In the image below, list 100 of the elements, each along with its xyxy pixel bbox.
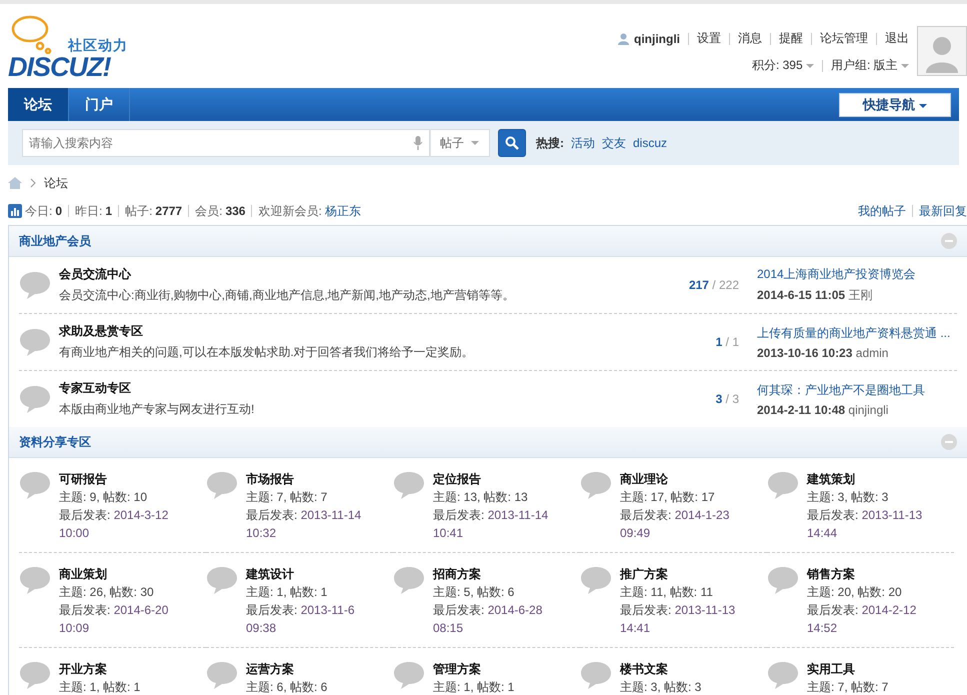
home-icon[interactable] [8,177,22,189]
forum-name[interactable]: 招商方案 [433,565,542,583]
last-post-date[interactable]: 2014-1-23 [674,508,730,522]
search-button[interactable] [498,129,526,157]
user-icon [618,32,629,44]
user-menu-link[interactable]: 提醒 [779,30,803,47]
last-post-time[interactable]: 14:52 [807,619,916,637]
stats-link[interactable]: 我的帖子 [858,202,906,220]
nav-tab[interactable]: 论坛 [8,88,69,121]
forum-name[interactable]: 开业方案 [59,660,140,678]
search-type-dropdown[interactable]: 帖子 [430,129,490,157]
forum-name[interactable]: 实用工具 [807,660,888,678]
search-field[interactable]: 请输入搜索内容 [22,129,430,157]
last-post-date[interactable]: 2013-11-13 [862,508,922,522]
last-post-time[interactable]: 10:00 [59,524,168,542]
last-post-date[interactable]: 2014-3-12 [114,508,168,522]
forum-name[interactable]: 专家互动专区 [59,380,639,397]
forum-name[interactable]: 会员交流中心 [59,266,639,283]
forum-name[interactable]: 定位报告 [433,470,548,488]
speech-bubble-icon [580,565,612,595]
speech-bubble-icon [19,660,51,690]
last-post-time[interactable]: 10:41 [433,524,548,542]
forum-counts: 主题: 3, 帖数: 3 [620,679,702,695]
forum-counts: 主题: 26, 帖数: 30 [59,584,155,601]
speech-bubble-icon [206,660,238,690]
last-post-date[interactable]: 2013-11-14 [488,508,548,522]
stats-link[interactable]: 最新回复 [919,202,967,220]
last-post-date[interactable]: 2013-11-13 [674,603,736,617]
last-post-author[interactable]: admin [856,346,888,360]
stat-label: 会员: [195,202,222,220]
forum-name[interactable]: 运营方案 [246,660,328,678]
hot-search-link[interactable]: discuz [633,136,668,150]
hot-search-link[interactable]: 活动 [571,134,595,152]
category-title[interactable]: 商业地产会员 [19,232,91,250]
forum-name[interactable]: 建筑设计 [246,565,355,583]
stat-value: 336 [225,204,246,218]
forum-name[interactable]: 楼书文案 [620,660,702,678]
forum-name[interactable]: 商业理论 [620,470,730,488]
forum-counts: 主题: 1, 帖数: 1 [433,679,514,695]
microphone-icon[interactable] [413,136,423,150]
quick-nav-button[interactable]: 快捷导航 [839,93,951,117]
user-menu-link[interactable]: 论坛管理 [820,30,868,47]
forum-name[interactable]: 推广方案 [620,565,736,583]
speech-bubble-icon [19,270,51,300]
collapse-icon[interactable] [941,434,957,450]
hot-search-link[interactable]: 交友 [602,134,626,152]
last-post-time[interactable]: 09:38 [246,619,355,637]
new-member-link[interactable]: 杨正东 [324,202,361,220]
last-post-time[interactable]: 14:41 [620,619,736,637]
stat-label: 昨日: [75,202,102,220]
topic-post-count: 1 / 1 [716,335,739,349]
last-post-time[interactable]: 14:44 [807,524,922,542]
last-post-label: 最后发表: [807,603,858,617]
last-post-label: 最后发表: [59,508,110,522]
forum-name[interactable]: 可研报告 [59,470,168,488]
forum-name[interactable]: 管理方案 [433,660,514,678]
last-post-time[interactable]: 10:09 [59,619,168,637]
speech-bubble-icon [206,470,238,500]
user-menu-link[interactable]: 消息 [738,30,762,47]
forum-counts: 主题: 7, 帖数: 7 [807,679,888,695]
user-menu-link[interactable]: 退出 [885,30,909,47]
forum-name[interactable]: 销售方案 [807,565,916,583]
last-post-label: 最后发表: [246,508,298,522]
last-post-author[interactable]: 王刚 [848,288,872,302]
collapse-icon[interactable] [941,233,957,249]
forum-name[interactable]: 建筑策划 [807,470,922,488]
forum-name[interactable]: 求助及悬赏专区 [59,323,639,340]
speech-bubble-icon [19,327,51,357]
last-post-time[interactable]: 09:49 [620,524,730,542]
last-post-date[interactable]: 2014-6-28 [488,603,542,617]
last-post-date[interactable]: 2013-11-14 [300,508,362,522]
last-post-date[interactable]: 2013-11-6 [300,603,355,617]
last-post-time[interactable]: 10:32 [246,524,362,542]
user-menu-link[interactable]: 设置 [697,30,721,47]
last-post-link[interactable]: 2014上海商业地产投资博览会 [757,266,957,283]
username-link[interactable]: qinjingli [634,32,680,46]
forum-description: 会员交流中心:商业街,购物中心,商铺,商业地产信息,地产新闻,地产动态,地产营销等等。 [59,287,516,304]
last-post-date[interactable]: 2014-6-20 [114,603,168,617]
last-post-label: 最后发表: [620,603,672,617]
last-post-link[interactable]: 何其琛：产业地产不是圈地工具 [757,382,957,398]
last-post-label: 最后发表: [59,603,110,617]
last-post-author[interactable]: qinjingli [848,402,888,416]
category-title[interactable]: 资料分享专区 [19,434,91,450]
user-group-dropdown[interactable]: 用户组: 版主 [830,57,909,74]
speech-bubble-icon [767,660,799,690]
speech-bubble-icon [393,660,425,690]
last-post-link[interactable]: 上传有质量的商业地产资料悬赏通 ... [757,324,957,342]
speech-bubble-icon [393,565,425,595]
stat-value: 0 [55,204,62,218]
forum-name[interactable]: 市场报告 [246,470,362,488]
topic-post-count: 3 / 3 [716,392,739,406]
last-post-date[interactable]: 2014-2-12 [862,603,916,617]
speech-bubble-icon [19,470,51,500]
logo-wordmark[interactable]: DISCUZ! [8,52,110,82]
forum-name[interactable]: 商业策划 [59,565,168,583]
forum-counts: 主题: 3, 帖数: 3 [807,489,890,506]
last-post-time: 2014-6-15 11:05 [757,288,846,302]
avatar[interactable] [917,26,967,76]
last-post-time[interactable]: 08:15 [433,619,542,637]
credits-dropdown[interactable]: 积分: 395 [752,57,814,74]
